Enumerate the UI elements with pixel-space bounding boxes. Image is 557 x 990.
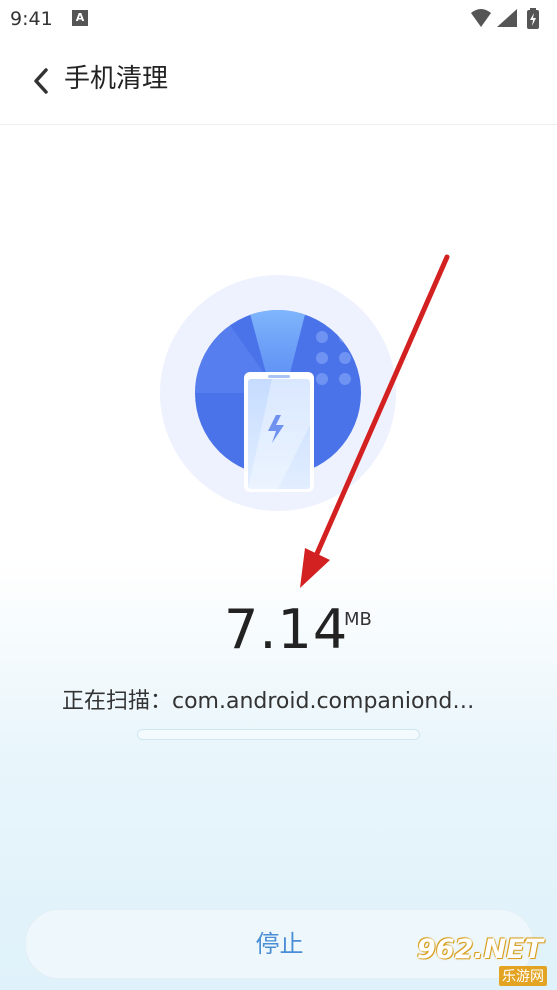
back-button[interactable] [26,62,66,102]
watermark-brand: 962.NET [417,934,544,965]
scan-illustration [160,275,396,511]
status-bar: 9:41 A [0,0,557,40]
wifi-icon [471,9,491,27]
page-title: 手机清理 [64,64,169,94]
app-header: 手机清理 [0,40,557,125]
status-time: 9:41 [10,8,53,30]
chevron-left-icon [34,68,48,94]
watermark-subtitle: 乐游网 [499,966,547,986]
status-icons [471,8,539,29]
scanned-size-value: 7.14 [224,598,349,661]
watermark-logo: 962.NET 乐游网 [413,934,553,986]
signal-icon [497,9,517,27]
notification-icon: A [72,10,88,26]
scan-progress-bar [137,729,420,740]
scan-status-text: 正在扫描：com.android.companiond… [62,689,475,714]
phone-icon [244,372,314,492]
battery-charging-icon [527,8,539,29]
scanned-size-unit: MB [344,609,372,630]
